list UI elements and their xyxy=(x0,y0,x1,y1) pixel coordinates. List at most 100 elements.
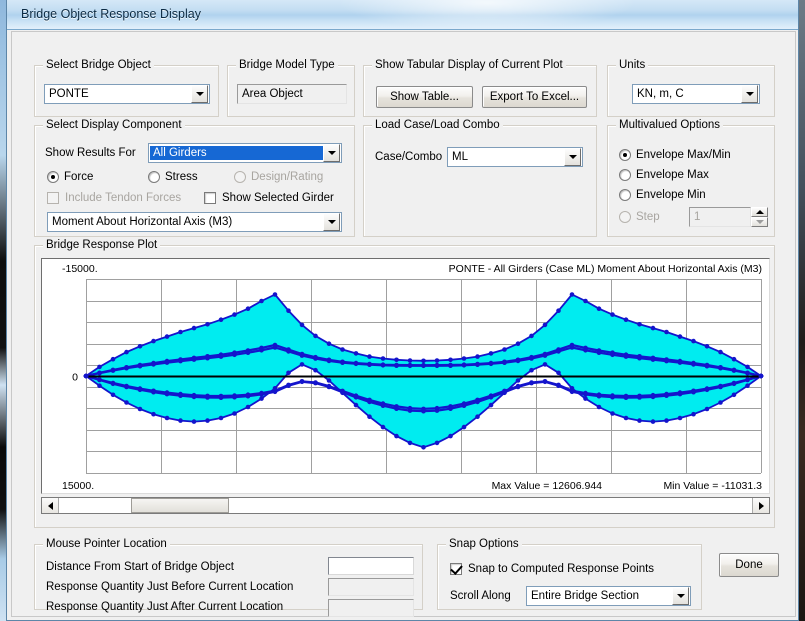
case-combo[interactable]: ML xyxy=(447,147,583,167)
case-combo-value: ML xyxy=(452,151,468,163)
chevron-down-icon[interactable] xyxy=(672,587,689,605)
bridge-object-combo[interactable]: PONTE xyxy=(44,84,210,104)
chevron-down-icon[interactable] xyxy=(564,148,581,166)
plot-max-value: Max Value = 12606.944 xyxy=(492,480,603,492)
radio-envelope-min[interactable]: Envelope Min xyxy=(619,189,706,201)
scrollbar-gap-right[interactable] xyxy=(229,498,752,513)
group-label-response-plot: Bridge Response Plot xyxy=(43,239,161,251)
radio-envelope-max-label: Envelope Max xyxy=(636,169,709,181)
group-mouse-pointer-location: Mouse Pointer Location Distance From Sta… xyxy=(34,538,423,617)
dialog-client-area: Select Bridge Object PONTE Bridge Model … xyxy=(11,31,796,617)
response-after-label: Response Quantity Just After Current Loc… xyxy=(46,601,284,613)
response-plot-canvas[interactable]: -15000. 0 15000. PONTE - All Girders (Ca… xyxy=(41,258,770,494)
units-combo[interactable]: KN, m, C xyxy=(632,84,760,104)
plot-horizontal-scrollbar[interactable] xyxy=(41,497,770,514)
plot-bottom-axis-label: 15000. xyxy=(62,480,94,492)
group-label-bridge-object: Select Bridge Object xyxy=(43,59,154,71)
group-label-tabular: Show Tabular Display of Current Plot xyxy=(372,59,566,71)
distance-from-start-field[interactable] xyxy=(328,557,414,575)
done-button[interactable]: Done xyxy=(719,553,779,577)
spinner-down-icon[interactable] xyxy=(751,217,768,227)
units-value: KN, m, C xyxy=(637,88,684,100)
checkbox-indicator xyxy=(47,192,59,204)
checkbox-selected-girder-label: Show Selected Girder xyxy=(222,192,334,204)
chevron-down-icon[interactable] xyxy=(323,144,340,162)
group-select-bridge-object: Select Bridge Object PONTE xyxy=(34,59,219,117)
radio-step-label: Step xyxy=(636,211,660,223)
response-before-label: Response Quantity Just Before Current Lo… xyxy=(46,581,294,593)
show-table-button[interactable]: Show Table... xyxy=(376,86,473,108)
radio-stress[interactable]: Stress xyxy=(148,171,198,183)
scroll-along-label: Scroll Along xyxy=(450,590,511,602)
plot-zero-axis-label: 0 xyxy=(72,372,78,384)
model-type-value: Area Object xyxy=(237,84,347,104)
group-label-model-type: Bridge Model Type xyxy=(236,59,338,71)
plot-title: PONTE - All Girders (Case ML) Moment Abo… xyxy=(449,263,762,275)
group-units: Units KN, m, C xyxy=(607,59,775,117)
radio-indicator xyxy=(619,211,631,223)
group-snap-options: Snap Options Snap to Computed Response P… xyxy=(437,538,702,610)
radio-envelope-min-label: Envelope Min xyxy=(636,189,706,201)
distance-from-start-label: Distance From Start of Bridge Object xyxy=(46,561,234,573)
checkbox-indicator xyxy=(204,192,216,204)
radio-step: Step xyxy=(619,211,660,223)
radio-design-label: Design/Rating xyxy=(251,171,324,183)
group-label-multivalued: Multivalued Options xyxy=(616,119,723,131)
response-component-combo[interactable]: Moment About Horizontal Axis (M3) xyxy=(47,212,342,232)
export-to-excel-button[interactable]: Export To Excel... xyxy=(482,86,587,108)
response-before-field xyxy=(328,578,414,596)
response-plot-svg: -15000. 0 15000. PONTE - All Girders (Ca… xyxy=(42,259,769,493)
radio-indicator xyxy=(47,171,59,183)
response-component-value: Moment About Horizontal Axis (M3) xyxy=(52,216,233,228)
group-tabular-display: Show Tabular Display of Current Plot Sho… xyxy=(363,59,597,117)
group-bridge-model-type: Bridge Model Type Area Object xyxy=(227,59,355,117)
radio-force-label: Force xyxy=(64,171,94,183)
spinner-up-icon[interactable] xyxy=(751,207,768,217)
checkbox-show-selected-girder[interactable]: Show Selected Girder xyxy=(204,192,334,204)
radio-indicator xyxy=(234,171,246,183)
scroll-along-value: Entire Bridge Section xyxy=(531,590,640,602)
checkbox-tendon-label: Include Tendon Forces xyxy=(65,192,182,204)
group-label-display-component: Select Display Component xyxy=(43,119,185,131)
plot-top-axis-label: -15000. xyxy=(62,263,98,275)
radio-indicator xyxy=(619,169,631,181)
show-results-for-label: Show Results For xyxy=(45,147,136,159)
radio-force[interactable]: Force xyxy=(47,171,93,183)
group-display-component: Select Display Component Show Results Fo… xyxy=(34,119,355,237)
scrollbar-gap-left[interactable] xyxy=(59,498,131,513)
chevron-down-icon[interactable] xyxy=(741,85,758,103)
group-load-case: Load Case/Load Combo Case/Combo ML xyxy=(363,119,597,237)
case-combo-label: Case/Combo xyxy=(375,151,443,163)
scrollbar-thumb[interactable] xyxy=(131,498,229,513)
show-results-for-value: All Girders xyxy=(150,146,323,160)
scroll-along-combo[interactable]: Entire Bridge Section xyxy=(526,586,691,606)
group-label-snap-options: Snap Options xyxy=(446,538,522,550)
scroll-right-arrow-icon[interactable] xyxy=(752,498,769,513)
radio-indicator xyxy=(619,149,631,161)
radio-design-rating: Design/Rating xyxy=(234,171,323,183)
checkbox-indicator xyxy=(450,563,462,575)
checkbox-include-tendon-forces: Include Tendon Forces xyxy=(47,192,181,204)
chevron-down-icon[interactable] xyxy=(323,213,340,231)
checkbox-snap-label: Snap to Computed Response Points xyxy=(468,563,655,575)
radio-envelope-max[interactable]: Envelope Max xyxy=(619,169,709,181)
show-results-for-combo[interactable]: All Girders xyxy=(148,143,342,163)
group-label-units: Units xyxy=(616,59,649,71)
group-label-mouse-location: Mouse Pointer Location xyxy=(43,538,170,550)
group-bridge-response-plot: Bridge Response Plot -15000. 0 15000. PO… xyxy=(34,239,775,528)
title-bar: Bridge Object Response Display xyxy=(7,0,798,30)
plot-min-value: Min Value = -11031.3 xyxy=(663,480,762,492)
group-multivalued-options: Multivalued Options Envelope Max/Min Env… xyxy=(607,119,775,237)
scroll-left-arrow-icon[interactable] xyxy=(42,498,59,513)
checkbox-snap-to-response-points[interactable]: Snap to Computed Response Points xyxy=(450,563,654,575)
window-title: Bridge Object Response Display xyxy=(21,7,201,21)
step-spinner[interactable] xyxy=(751,207,768,227)
radio-envelope-max-min-label: Envelope Max/Min xyxy=(636,149,731,161)
bridge-response-dialog: Bridge Object Response Display Select Br… xyxy=(6,0,799,621)
bridge-object-value: PONTE xyxy=(49,88,89,100)
chevron-down-icon[interactable] xyxy=(191,85,208,103)
scrollbar-track[interactable] xyxy=(59,498,752,513)
radio-indicator xyxy=(148,171,160,183)
radio-envelope-max-min[interactable]: Envelope Max/Min xyxy=(619,149,731,161)
title-bar-glow xyxy=(337,0,637,30)
